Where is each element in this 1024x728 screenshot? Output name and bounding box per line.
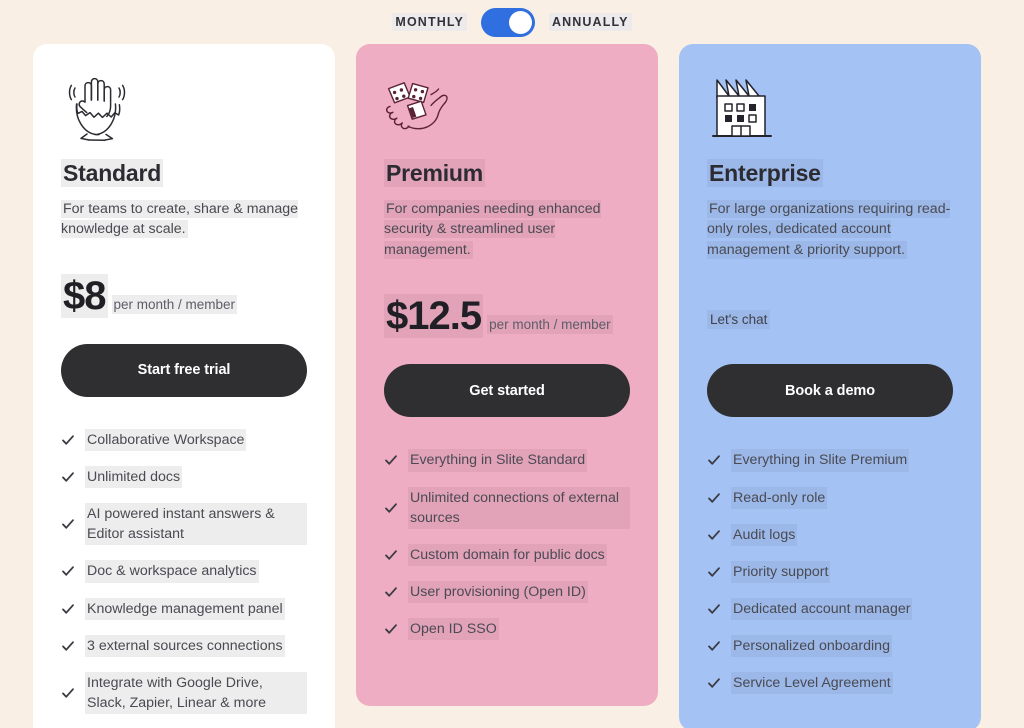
feature-label: Personalized onboarding [731,635,892,658]
feature-list-standard: Collaborative Workspace Unlimited docs A… [61,428,307,715]
check-icon [61,686,75,700]
feature-item: Dedicated account manager [707,598,953,621]
waving-hand-in-bowl-icon [61,72,133,146]
pricing-card-enterprise: Enterprise For large organizations requi… [679,44,981,728]
check-icon [384,548,398,562]
check-icon [707,602,721,616]
feature-list-premium: Everything in Slite Standard Unlimited c… [384,449,630,641]
hands-throwing-dice-icon [384,72,456,146]
feature-label: Priority support [731,560,831,583]
feature-label: Unlimited connections of external source… [408,486,630,529]
price-amount: $12.5 [384,294,484,339]
feature-item: Doc & workspace analytics [61,560,307,583]
pricing-card-premium: Premium For companies needing enhanced s… [356,44,658,706]
feature-item: Audit logs [707,523,953,546]
feature-label: Service Level Agreement [731,672,893,695]
check-icon [61,602,75,616]
feature-label: Collaborative Workspace [85,428,247,451]
check-icon [384,453,398,467]
plan-name: Enterprise [707,159,823,187]
feature-label: Dedicated account manager [731,598,913,621]
billing-label-monthly[interactable]: MONTHLY [392,13,467,31]
check-icon [384,501,398,515]
toggle-knob [508,10,532,34]
feature-label: Custom domain for public docs [408,543,607,566]
check-icon [707,676,721,690]
feature-label: Integrate with Google Drive, Slack, Zapi… [85,671,307,715]
feature-label: Unlimited docs [85,465,183,489]
plan-name: Premium [384,159,486,187]
check-icon [61,564,75,578]
factory-building-icon [707,72,779,146]
billing-label-annually[interactable]: ANNUALLY [548,13,632,31]
plan-description-wrap-enterprise: For large organizations requiring read-o… [707,199,953,261]
check-icon [384,622,398,636]
plan-description-wrap-premium: For companies needing enhanced security … [384,199,630,261]
plan-name-wrap-standard: Standard [61,159,307,188]
check-icon [707,565,721,579]
check-icon [707,639,721,653]
feature-item: Integrate with Google Drive, Slack, Zapi… [61,671,307,715]
plan-name-wrap-premium: Premium [384,159,630,188]
plan-name: Standard [61,159,164,187]
feature-label: Everything in Slite Standard [408,449,588,472]
check-icon [61,470,75,484]
price-row-enterprise: Let's chat [707,294,953,344]
check-icon [61,639,75,653]
feature-item: Read-only role [707,486,953,509]
price-row-premium: $12.5 per month / member [384,294,630,344]
feature-item: Knowledge management panel [61,597,307,620]
check-icon [707,491,721,505]
cta-get-started[interactable]: Get started [384,364,630,418]
feature-label: Everything in Slite Premium [731,449,910,472]
check-icon [61,517,75,531]
feature-label: Doc & workspace analytics [85,560,259,583]
feature-label: Open ID SSO [408,618,499,641]
feature-item: Open ID SSO [384,618,630,641]
feature-label: Audit logs [731,523,798,546]
feature-item: Everything in Slite Standard [384,449,630,472]
price-unit: per month / member [487,315,613,335]
price-amount: $8 [61,273,108,318]
plan-description: For teams to create, share & manage know… [61,199,298,239]
feature-item: Service Level Agreement [707,672,953,695]
cta-book-a-demo[interactable]: Book a demo [707,364,953,418]
check-icon [61,433,75,447]
feature-item: Unlimited docs [61,465,307,489]
pricing-cards-container: Standard For teams to create, share & ma… [0,44,1024,728]
pricing-card-standard: Standard For teams to create, share & ma… [33,44,335,728]
feature-item: Custom domain for public docs [384,543,630,566]
feature-item: User provisioning (Open ID) [384,581,630,604]
feature-list-enterprise: Everything in Slite Premium Read-only ro… [707,449,953,695]
feature-label: User provisioning (Open ID) [408,581,588,604]
feature-label: 3 external sources connections [85,634,285,657]
check-icon [384,585,398,599]
feature-item: Personalized onboarding [707,635,953,658]
check-icon [707,528,721,542]
feature-item: Everything in Slite Premium [707,449,953,472]
plan-description-wrap-standard: For teams to create, share & manage know… [61,199,307,240]
feature-item: AI powered instant answers & Editor assi… [61,503,307,546]
feature-label: Read-only role [731,486,828,509]
feature-item: Priority support [707,560,953,583]
plan-description: For companies needing enhanced security … [384,199,601,259]
feature-label: Knowledge management panel [85,597,285,620]
plan-name-wrap-enterprise: Enterprise [707,159,953,188]
feature-item: 3 external sources connections [61,634,307,657]
price-unit: per month / member [111,294,238,314]
feature-label: AI powered instant answers & Editor assi… [85,503,307,546]
feature-item: Collaborative Workspace [61,428,307,451]
feature-item: Unlimited connections of external source… [384,486,630,529]
billing-period-toggle[interactable] [480,7,535,37]
cta-start-free-trial[interactable]: Start free trial [61,343,307,397]
check-icon [707,453,721,467]
lets-chat-label: Let's chat [707,309,771,329]
plan-description: For large organizations requiring read-o… [707,199,951,259]
billing-period-toggle-bar: MONTHLY ANNUALLY [0,0,1024,44]
price-row-standard: $8 per month / member [61,273,307,324]
